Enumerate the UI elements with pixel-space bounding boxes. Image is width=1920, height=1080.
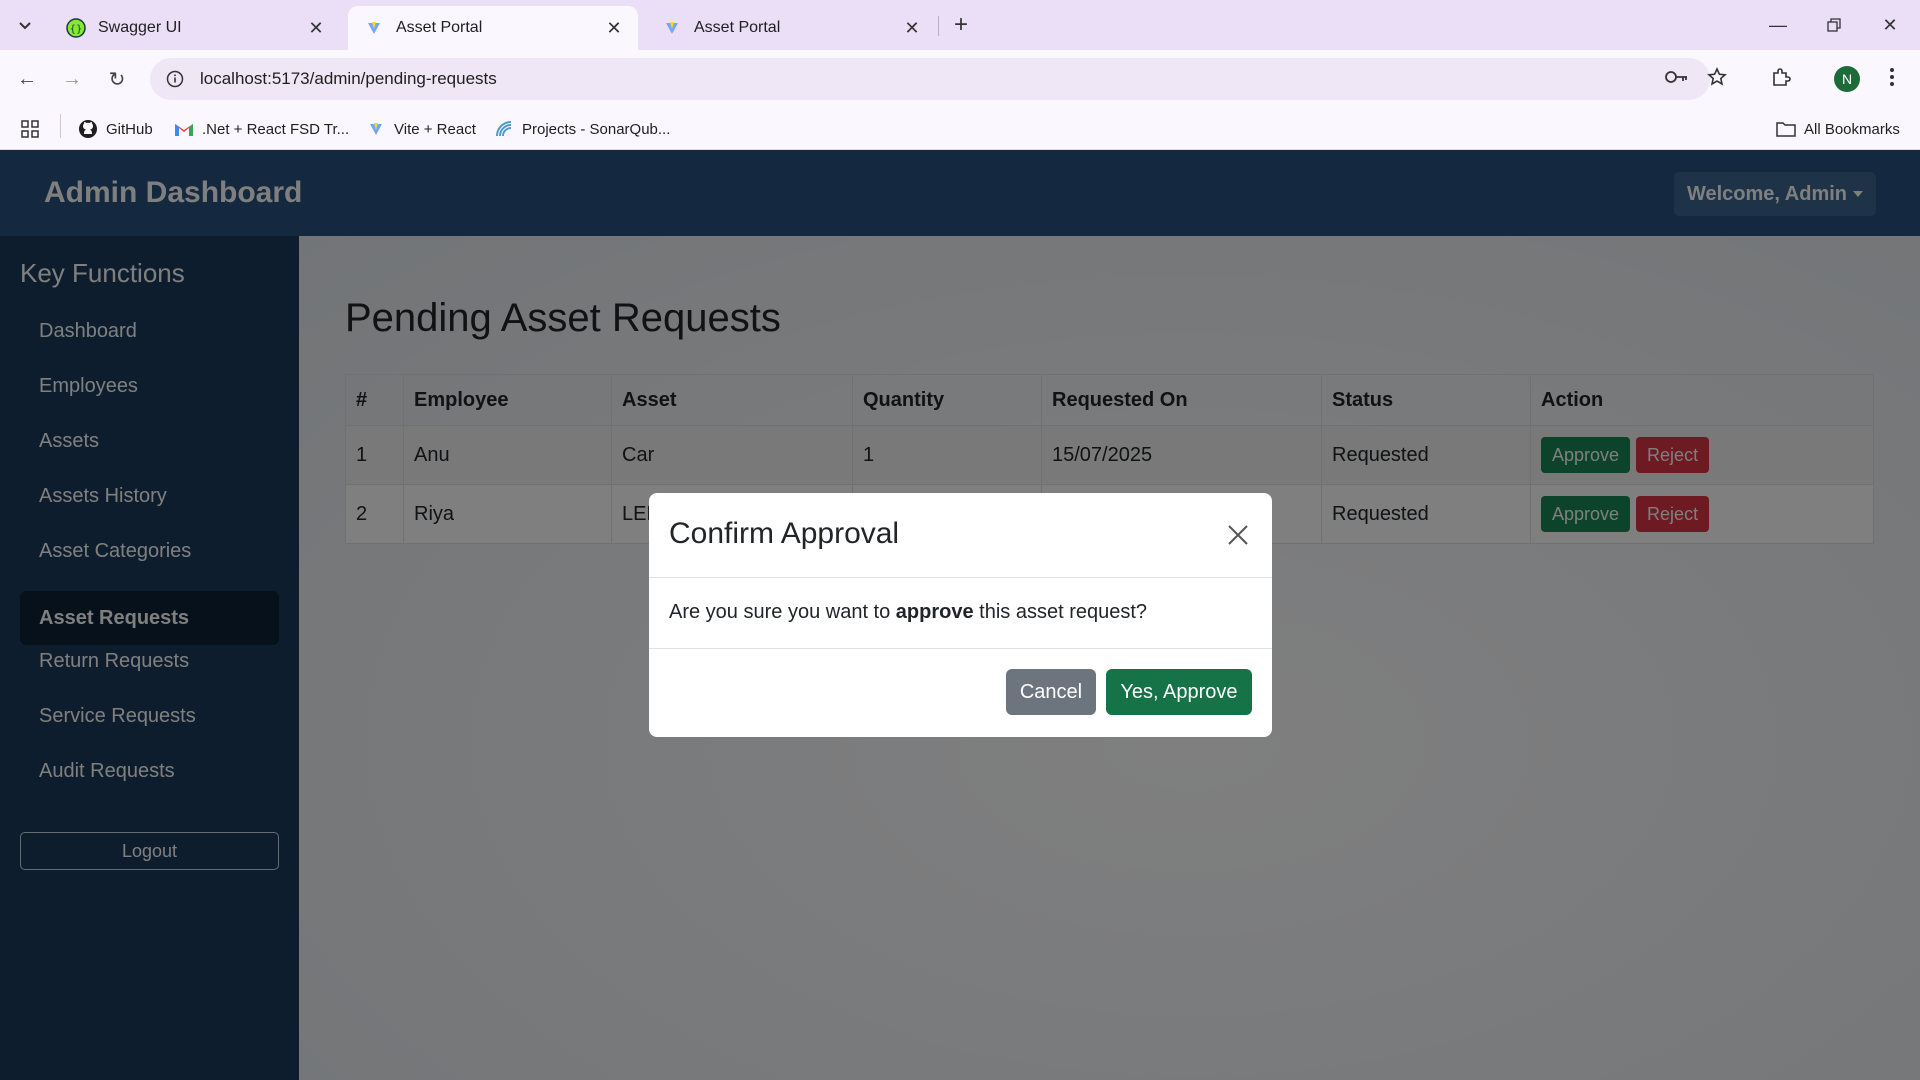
close-window-button[interactable]: ✕	[1862, 0, 1918, 50]
profile-avatar[interactable]: N	[1834, 66, 1860, 92]
site-info-icon[interactable]	[164, 68, 186, 90]
browser-tabstrip: {} Swagger UI ✕ Asset Portal ✕ Asset Por…	[0, 0, 1920, 50]
close-icon[interactable]: ✕	[304, 16, 328, 40]
tab-swagger[interactable]: {} Swagger UI ✕	[50, 6, 340, 50]
close-icon[interactable]: ✕	[900, 16, 924, 40]
svg-text:{}: {}	[70, 24, 83, 35]
apps-button[interactable]	[20, 116, 48, 142]
password-key-icon[interactable]	[1662, 62, 1692, 92]
restore-button[interactable]	[1806, 0, 1862, 50]
apps-grid-icon	[20, 119, 40, 139]
reload-button[interactable]: ↻	[100, 62, 134, 96]
restore-icon	[1827, 18, 1841, 32]
close-icon: ✕	[1882, 14, 1898, 35]
cancel-button[interactable]: Cancel	[1006, 669, 1096, 715]
arrow-left-icon: ←	[17, 67, 37, 90]
chevron-down-icon	[19, 22, 31, 30]
bookmark-label: GitHub	[106, 120, 153, 138]
modal-title: Confirm Approval	[669, 517, 900, 550]
bookmarks-separator	[60, 114, 61, 138]
modal-footer: Cancel Yes, Approve	[649, 648, 1272, 737]
bookmark-github[interactable]: GitHub	[78, 116, 153, 142]
address-bar[interactable]: localhost:5173/admin/pending-requests	[150, 58, 1710, 100]
reload-icon: ↻	[108, 68, 126, 91]
bookmark-star-icon[interactable]	[1702, 62, 1732, 92]
bookmark-label: .Net + React FSD Tr...	[202, 120, 350, 138]
forward-button[interactable]: →	[55, 62, 89, 96]
gmail-icon	[174, 119, 194, 139]
vite-icon	[662, 18, 682, 38]
minimize-button[interactable]: —	[1750, 0, 1806, 50]
bookmark-label: Vite + React	[394, 120, 476, 138]
tab-asset-portal-active[interactable]: Asset Portal ✕	[348, 6, 638, 50]
bookmark-vite-react[interactable]: Vite + React	[366, 116, 476, 142]
browser-toolbar: ← → ↻ localhost:5173/admin/pending-reque…	[0, 50, 1920, 108]
all-bookmarks-button[interactable]: All Bookmarks	[1776, 116, 1900, 142]
bookmark-net-react[interactable]: .Net + React FSD Tr...	[174, 116, 349, 142]
arrow-right-icon: →	[62, 67, 82, 90]
vite-icon	[364, 18, 384, 38]
modal-body-text: this asset request?	[973, 601, 1148, 623]
folder-icon	[1776, 119, 1796, 139]
close-icon[interactable]: ✕	[602, 16, 626, 40]
minimize-icon: —	[1769, 14, 1787, 35]
vite-icon	[366, 119, 386, 139]
modal-body-emphasis: approve	[895, 601, 974, 623]
swagger-icon: {}	[66, 18, 86, 38]
bookmarks-bar: GitHub .Net + React FSD Tr... Vite + Rea…	[0, 108, 1920, 150]
all-bookmarks-label: All Bookmarks	[1804, 120, 1900, 138]
kebab-menu-icon[interactable]	[1877, 62, 1907, 92]
tab-separator	[938, 16, 939, 36]
back-button[interactable]: ←	[10, 62, 44, 96]
bookmark-label: Projects - SonarQub...	[522, 120, 671, 138]
url-text: localhost:5173/admin/pending-requests	[200, 69, 497, 88]
extensions-icon[interactable]	[1766, 62, 1796, 92]
tab-title: Asset Portal	[694, 19, 781, 36]
tab-title: Swagger UI	[98, 19, 182, 36]
modal-body-text: Are you sure you want to	[669, 601, 896, 623]
close-icon	[1228, 525, 1248, 545]
confirm-approve-button[interactable]: Yes, Approve	[1106, 669, 1252, 715]
modal-header: Confirm Approval	[649, 493, 1272, 578]
tab-search-button[interactable]	[10, 10, 40, 40]
tab-asset-portal[interactable]: Asset Portal ✕	[646, 6, 936, 50]
plus-icon: +	[953, 11, 968, 38]
modal-body: Are you sure you want to approve this as…	[669, 601, 1147, 624]
sonarqube-icon	[494, 119, 514, 139]
modal-close-button[interactable]	[1220, 517, 1256, 553]
github-icon	[78, 119, 98, 139]
confirm-approval-modal: Confirm Approval Are you sure you want t…	[649, 493, 1272, 737]
new-tab-button[interactable]: +	[946, 10, 976, 40]
bookmark-sonarqube[interactable]: Projects - SonarQub...	[494, 116, 670, 142]
tab-title: Asset Portal	[396, 19, 483, 36]
